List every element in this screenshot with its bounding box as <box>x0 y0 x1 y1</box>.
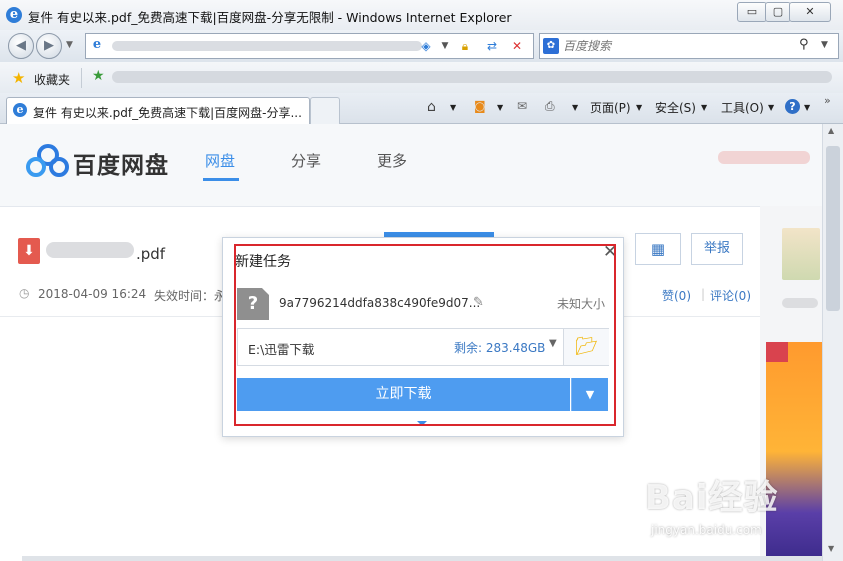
folder-icon[interactable]: 📂︎ <box>563 329 609 365</box>
page-icon: e <box>92 37 102 52</box>
report-button[interactable]: 举报 <box>691 233 743 265</box>
unknown-file-icon: ? <box>237 288 269 320</box>
save-path: E:\迅雷下载 <box>248 342 315 357</box>
minimize-button[interactable]: ▭ <box>737 2 767 22</box>
close-window-button[interactable]: ✕ <box>789 2 831 22</box>
meta-divider: | <box>701 287 706 301</box>
page-menu[interactable]: 页面(P) <box>590 99 631 116</box>
safety-menu-caret-icon: ▼ <box>701 103 708 112</box>
close-icon[interactable]: ✕ <box>603 242 617 262</box>
baidu-pan-logo-icon[interactable] <box>26 144 70 178</box>
edit-pencil-icon[interactable]: ✎ <box>473 295 484 310</box>
ad-corner-badge <box>766 342 788 362</box>
nav-tab-wangpan[interactable]: 网盘 <box>205 150 235 171</box>
baidu-jingyan-watermark: Bai经验 <box>645 478 779 518</box>
window-title-bar: e 复件 有史以来.pdf_免费高速下载|百度网盘-分享无限制 - Window… <box>0 0 843 30</box>
watermark-url: jingyan.baidu.com <box>651 523 762 537</box>
dialog-pointer <box>417 421 427 426</box>
address-bar[interactable]: e ◈ ▼ 🔒︎ ⇄ ✕ <box>85 33 534 59</box>
user-info-blurred <box>718 151 810 164</box>
nav-active-indicator <box>203 178 239 181</box>
favorites-star-icon[interactable]: ★ <box>12 69 25 87</box>
scroll-up-icon[interactable]: ▲ <box>828 126 834 135</box>
lock-icon[interactable]: 🔒︎ <box>457 38 473 54</box>
page-menu-caret-icon: ▼ <box>636 103 643 112</box>
search-box[interactable]: ✿ ⚲ ▼ <box>539 33 839 59</box>
rss-icon[interactable]: ◙ <box>474 99 486 113</box>
download-now-button[interactable]: 立即下载 <box>237 378 570 411</box>
favorites-separator <box>81 68 82 88</box>
favorites-label[interactable]: 收藏夹 <box>34 71 70 88</box>
pdf-file-icon: ⬇ <box>18 238 40 264</box>
rss-dropdown-icon[interactable]: ▼ <box>497 103 503 112</box>
sharer-name-blurred <box>782 298 818 308</box>
file-name-blurred <box>46 242 134 258</box>
expire-time-label: 失效时间：永 <box>154 289 227 303</box>
home-dropdown-icon[interactable]: ▼ <box>450 103 456 112</box>
forward-button[interactable]: ▶ <box>36 33 62 59</box>
address-url-blurred <box>112 41 422 51</box>
search-icon[interactable]: ⚲ <box>799 37 809 52</box>
address-dropdown-icon[interactable]: ▼ <box>437 38 453 54</box>
tab-active[interactable]: e 复件 有史以来.pdf_免费高速下载|百度网盘-分享... <box>6 97 310 124</box>
horizontal-scrollbar[interactable] <box>22 556 822 561</box>
scrollbar-thumb[interactable] <box>826 146 840 311</box>
path-dropdown-icon[interactable]: ▼ <box>549 338 557 349</box>
navigation-bar: ◀ ▶ ▼ e ◈ ▼ 🔒︎ ⇄ ✕ ✿ ⚲ ▼ <box>0 30 843 63</box>
tab-ie-icon: e <box>13 103 27 117</box>
scroll-down-icon[interactable]: ▼ <box>828 544 834 553</box>
clock-icon: ◷ <box>19 286 30 300</box>
nav-tab-share[interactable]: 分享 <box>291 150 321 171</box>
chevron-more-icon[interactable]: » <box>824 94 831 107</box>
advertisement-banner[interactable] <box>766 342 822 561</box>
history-dropdown-icon[interactable]: ▼ <box>66 40 73 50</box>
stop-icon[interactable]: ✕ <box>509 38 525 54</box>
new-tab-button[interactable] <box>310 97 340 124</box>
ie-logo-icon: e <box>6 7 22 23</box>
search-dropdown-icon[interactable]: ▼ <box>821 40 828 50</box>
refresh-icon[interactable]: ⇄ <box>484 38 500 54</box>
help-icon[interactable]: ? <box>785 99 800 114</box>
baidu-pan-header: 百度网盘 网盘 分享 更多 <box>0 124 822 207</box>
tab-label: 复件 有史以来.pdf_免费高速下载|百度网盘-分享... <box>33 106 302 120</box>
home-icon[interactable]: ⌂ <box>427 99 436 115</box>
qrcode-button[interactable]: ▦ <box>635 233 681 265</box>
mail-icon[interactable]: ✉ <box>517 99 527 113</box>
new-task-dialog: ✕ 新建任务 ? 9a7796214ddfa838c490fe9d07... ✎… <box>222 237 624 437</box>
add-favorite-icon[interactable]: ★ <box>92 68 105 84</box>
print-dropdown-icon[interactable]: ▼ <box>572 103 578 112</box>
file-name-extension: .pdf <box>136 245 166 263</box>
help-dropdown-icon[interactable]: ▼ <box>804 103 810 112</box>
dialog-title: 新建任务 <box>235 254 291 270</box>
print-icon[interactable]: ⎙ <box>545 99 555 114</box>
page-scrollbar[interactable]: ▲ ▼ <box>822 124 843 561</box>
free-space-label: 剩余: 283.48GB <box>454 341 546 355</box>
maximize-button[interactable]: ▢ <box>765 2 791 22</box>
baidu-paw-icon: ✿ <box>543 38 559 54</box>
favorites-bar: ★ 收藏夹 ★ <box>0 62 843 93</box>
like-link[interactable]: 赞(0) <box>662 287 691 304</box>
back-button[interactable]: ◀ <box>8 33 34 59</box>
file-size: 未知大小 <box>557 297 606 311</box>
safety-menu[interactable]: 安全(S) <box>655 99 696 116</box>
avatar[interactable] <box>782 228 820 280</box>
window-title: 复件 有史以来.pdf_免费高速下载|百度网盘-分享无限制 - Windows … <box>28 10 512 25</box>
shield-icon[interactable]: ◈ <box>418 38 434 54</box>
tools-menu[interactable]: 工具(O) <box>721 99 764 116</box>
tools-menu-caret-icon: ▼ <box>768 103 775 112</box>
logo-text[interactable]: 百度网盘 <box>73 146 169 180</box>
task-filename: 9a7796214ddfa838c490fe9d07... <box>279 296 481 310</box>
search-input[interactable] <box>563 37 783 54</box>
share-date: 2018-04-09 16:24 <box>38 287 147 301</box>
tab-row: e 复件 有史以来.pdf_免费高速下载|百度网盘-分享... ⌂ ▼ ◙ ▼ … <box>0 93 843 124</box>
download-options-dropdown[interactable]: ▼ <box>571 378 608 411</box>
comment-link[interactable]: 评论(0) <box>710 287 751 304</box>
save-path-selector[interactable]: E:\迅雷下载 剩余: 283.48GB ▼ 📂︎ <box>237 328 609 366</box>
favorites-links-blurred <box>112 71 832 83</box>
nav-tab-more[interactable]: 更多 <box>377 150 407 171</box>
